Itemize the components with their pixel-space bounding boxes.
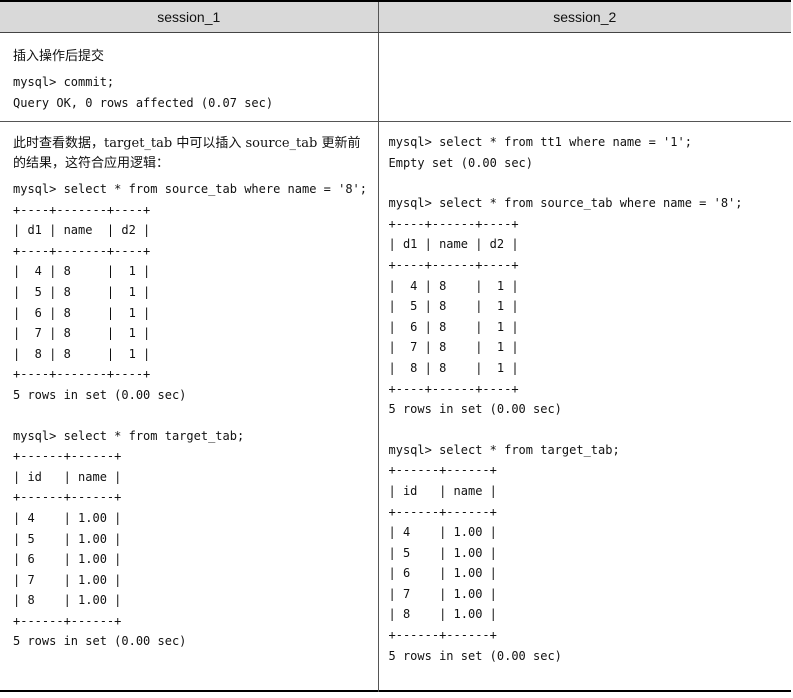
- source-tab-result-table: +----+------+----+ | d1 | name | d2 | +-…: [389, 214, 782, 399]
- table-row: | 6 | 8 | 1 |: [13, 305, 151, 320]
- table-row: | 8 | 8 | 1 |: [388, 360, 519, 375]
- table-row: | 5 | 1.00 |: [388, 545, 497, 560]
- table-row: | 6 | 8 | 1 |: [388, 319, 519, 334]
- target-tab-row-count: 5 rows in set (0.00 sec): [388, 648, 562, 663]
- table-line: +----+------+----+: [388, 381, 519, 396]
- table-row: | 4 | 8 | 1 |: [388, 278, 519, 293]
- table-row: | 5 | 1.00 |: [13, 531, 122, 546]
- table-line: +------+------+: [388, 463, 497, 478]
- session-2-query-cell: mysql> select * from tt1 where name = '1…: [378, 122, 791, 693]
- table-line: +------+------+: [388, 628, 497, 643]
- table-line: +----+-------+----+: [13, 367, 151, 382]
- table-row: | 8 | 8 | 1 |: [13, 346, 151, 361]
- commit-row: 插入操作后提交 mysql> commit; Query OK, 0 rows …: [0, 32, 791, 122]
- target-tab-result-table: +------+------+ | id | name | +------+--…: [13, 446, 368, 631]
- target-tab-result-table: +------+------+ | id | name | +------+--…: [389, 460, 782, 645]
- table-row: | 6 | 1.00 |: [388, 566, 497, 581]
- table-row: | 4 | 1.00 |: [13, 510, 122, 525]
- target-tab-row-count: 5 rows in set (0.00 sec): [13, 634, 187, 649]
- table-row: | 7 | 1.00 |: [13, 572, 122, 587]
- table-row: | 6 | 1.00 |: [13, 552, 122, 567]
- session-table: session_1 session_2 插入操作后提交 mysql> commi…: [0, 2, 791, 692]
- table-line: +------+------+: [13, 449, 122, 464]
- table-header-line: | d1 | name | d2 |: [388, 237, 519, 252]
- query-row: 此时查看数据，target_tab 中可以插入 source_tab 更新前的结…: [0, 121, 791, 693]
- commit-result: Query OK, 0 rows affected (0.07 sec): [13, 95, 274, 110]
- header-row: session_1 session_2: [0, 2, 791, 33]
- commit-command: mysql> commit;: [13, 75, 115, 89]
- commit-note: 插入操作后提交: [13, 49, 105, 64]
- query-note: 此时查看数据，target_tab 中可以插入 source_tab 更新前的结…: [13, 136, 361, 171]
- source-tab-row-count: 5 rows in set (0.00 sec): [13, 387, 187, 402]
- session-1-header: session_1: [0, 2, 379, 33]
- session-comparison-document: session_1 session_2 插入操作后提交 mysql> commi…: [0, 0, 791, 692]
- table-line: +------+------+: [13, 490, 122, 505]
- table-row: | 8 | 1.00 |: [13, 593, 122, 608]
- tt1-result: Empty set (0.00 sec): [388, 155, 534, 170]
- table-row: | 4 | 1.00 |: [388, 525, 497, 540]
- source-tab-query: mysql> select * from source_tab where na…: [388, 196, 743, 211]
- session-1-commit-cell: 插入操作后提交 mysql> commit; Query OK, 0 rows …: [0, 32, 379, 122]
- table-row: | 5 | 8 | 1 |: [388, 299, 519, 314]
- source-tab-row-count: 5 rows in set (0.00 sec): [388, 402, 562, 417]
- table-row: | 4 | 8 | 1 |: [13, 264, 151, 279]
- table-line: +----+-------+----+: [13, 243, 151, 258]
- table-line: +----+------+----+: [388, 257, 519, 272]
- session-2-header: session_2: [378, 2, 791, 33]
- target-tab-query: mysql> select * from target_tab;: [13, 428, 245, 443]
- session-2-empty-cell: [378, 32, 791, 122]
- table-header-line: | id | name |: [388, 483, 497, 498]
- session-1-query-cell: 此时查看数据，target_tab 中可以插入 source_tab 更新前的结…: [0, 121, 379, 692]
- table-line: +------+------+: [388, 504, 497, 519]
- table-row: | 7 | 8 | 1 |: [388, 340, 519, 355]
- table-header-line: | id | name |: [13, 469, 122, 484]
- table-line: +----+-------+----+: [13, 202, 151, 217]
- table-row: | 7 | 8 | 1 |: [13, 326, 151, 341]
- source-tab-result-table: +----+-------+----+ | d1 | name | d2 | +…: [13, 200, 368, 385]
- table-row: | 7 | 1.00 |: [388, 586, 497, 601]
- target-tab-query: mysql> select * from target_tab;: [388, 442, 620, 457]
- table-row: | 8 | 1.00 |: [388, 607, 497, 622]
- source-tab-query: mysql> select * from source_tab where na…: [13, 182, 368, 196]
- table-row: | 5 | 8 | 1 |: [13, 284, 151, 299]
- tt1-query: mysql> select * from tt1 where name = '1…: [388, 135, 692, 149]
- table-header-line: | d1 | name | d2 |: [13, 223, 151, 238]
- table-line: +----+------+----+: [388, 216, 519, 231]
- table-line: +------+------+: [13, 613, 122, 628]
